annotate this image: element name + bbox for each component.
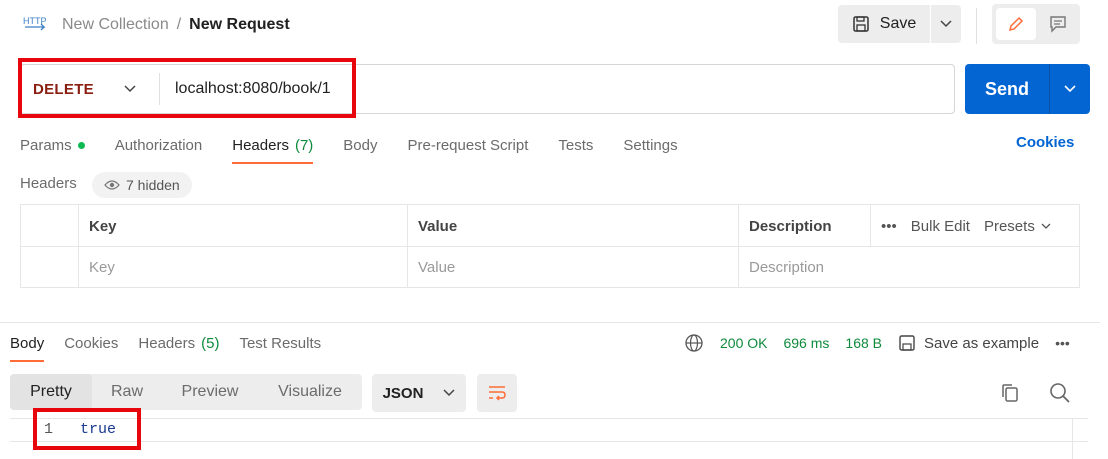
save-button[interactable]: Save — [838, 5, 930, 43]
tab-settings[interactable]: Settings — [623, 130, 677, 160]
chevron-down-icon — [1041, 223, 1051, 229]
response-tab-cookies[interactable]: Cookies — [64, 330, 118, 356]
response-tab-body[interactable]: Body — [10, 330, 45, 362]
save-group: Save — [838, 5, 961, 43]
http-icon: HTTP — [23, 16, 47, 31]
breadcrumb-request[interactable]: New Request — [189, 16, 289, 34]
edit-mode-button[interactable] — [996, 8, 1036, 40]
eye-icon — [104, 180, 120, 190]
tab-count: (5) — [201, 334, 220, 352]
tab-pre-request-script[interactable]: Pre-request Script — [408, 130, 529, 160]
tab-label: Headers — [138, 334, 196, 352]
save-as-example-button[interactable]: Save as example — [898, 334, 1039, 352]
headers-section-label: Headers — [20, 175, 77, 192]
hidden-headers-toggle[interactable]: 7 hidden — [92, 172, 192, 198]
svg-text:HTTP: HTTP — [23, 16, 47, 26]
tab-label: Headers — [232, 136, 289, 154]
view-raw[interactable]: Raw — [92, 374, 162, 410]
response-size[interactable]: 168 B — [845, 335, 882, 351]
chevron-down-icon — [443, 389, 455, 397]
tab-label: Tests — [558, 136, 594, 154]
value-input[interactable]: Value — [408, 246, 455, 288]
tab-label: Body — [10, 334, 45, 352]
response-body-editor[interactable]: 1 true — [10, 418, 1088, 442]
column-header-value: Value — [418, 217, 458, 235]
save-icon — [899, 335, 915, 351]
breadcrumb-separator: / — [176, 16, 182, 33]
tab-label: Pre-request Script — [407, 136, 529, 154]
request-tabs: Params Authorization Headers (7) Body Pre… — [20, 130, 708, 164]
copy-icon[interactable] — [998, 381, 1022, 405]
wrap-lines-icon — [489, 386, 506, 401]
send-button[interactable]: Send — [965, 64, 1049, 114]
response-divider — [0, 322, 1100, 323]
column-header-description: Description — [749, 217, 832, 235]
tab-tests[interactable]: Tests — [558, 130, 593, 160]
response-meta: 200 OK 696 ms 168 B Save as example ••• — [684, 332, 1070, 354]
save-dropdown-button[interactable] — [931, 5, 961, 43]
breadcrumb: New Collection / New Request — [62, 13, 290, 37]
format-select[interactable]: JSON — [372, 374, 466, 412]
presets-dropdown[interactable]: Presets — [984, 218, 1051, 235]
comment-mode-button[interactable] — [1040, 8, 1076, 40]
pencil-icon — [1008, 16, 1024, 32]
status-code[interactable]: 200 OK — [720, 335, 767, 351]
more-options-icon[interactable]: ••• — [1055, 335, 1070, 351]
response-tab-test-results[interactable]: Test Results — [239, 330, 321, 356]
tab-label: Cookies — [64, 334, 119, 352]
response-time[interactable]: 696 ms — [783, 335, 829, 351]
tab-body[interactable]: Body — [343, 130, 377, 160]
tab-headers[interactable]: Headers (7) — [232, 130, 314, 164]
highlight-box-code — [33, 408, 141, 450]
presets-label: Presets — [983, 217, 1035, 235]
tab-label: Settings — [623, 136, 678, 154]
send-dropdown-button[interactable] — [1050, 64, 1090, 114]
chevron-down-icon — [1064, 85, 1076, 93]
send-button-group: Send — [965, 64, 1090, 114]
view-preview[interactable]: Preview — [162, 374, 258, 410]
comment-icon — [1050, 16, 1066, 33]
globe-icon[interactable] — [684, 333, 704, 353]
headers-table: Key Value Description ••• Bulk Edit Pres… — [20, 204, 1080, 288]
word-wrap-button[interactable] — [477, 374, 517, 412]
tab-label: Body — [343, 136, 378, 154]
cookies-link[interactable]: Cookies — [1016, 134, 1074, 151]
save-example-label: Save as example — [924, 334, 1040, 352]
response-tabs: Body Cookies Headers (5) Test Results — [10, 330, 341, 362]
scrollbar[interactable] — [1072, 418, 1089, 459]
highlight-box-url — [18, 58, 356, 118]
view-pretty[interactable]: Pretty — [10, 374, 92, 410]
description-input[interactable]: Description — [739, 246, 824, 288]
tab-params[interactable]: Params — [20, 130, 85, 160]
tab-authorization[interactable]: Authorization — [115, 130, 203, 160]
view-visualize[interactable]: Visualize — [258, 374, 362, 410]
tab-label: Params — [20, 136, 72, 154]
bulk-edit-button[interactable]: Bulk Edit — [911, 218, 970, 235]
tab-count: (7) — [294, 136, 314, 154]
more-options-icon[interactable]: ••• — [881, 218, 897, 235]
save-icon — [853, 16, 869, 32]
key-input[interactable]: Key — [79, 246, 115, 288]
column-divider — [870, 205, 871, 246]
view-mode-group: Pretty Raw Preview Visualize — [10, 374, 362, 410]
mode-toggle — [992, 4, 1080, 44]
save-label: Save — [879, 15, 917, 32]
tab-label: Authorization — [114, 136, 203, 154]
toolbar-divider — [976, 8, 977, 44]
response-tab-headers[interactable]: Headers (5) — [138, 330, 219, 356]
hidden-count: 7 hidden — [126, 177, 180, 193]
chevron-down-icon — [940, 20, 952, 28]
tab-label: Test Results — [239, 334, 322, 352]
table-tools: ••• Bulk Edit Presets — [881, 205, 1051, 247]
params-dot — [77, 141, 85, 149]
breadcrumb-collection[interactable]: New Collection — [62, 16, 169, 34]
search-icon[interactable] — [1048, 381, 1072, 405]
format-label: JSON — [382, 384, 424, 402]
column-header-key: Key — [89, 217, 117, 235]
